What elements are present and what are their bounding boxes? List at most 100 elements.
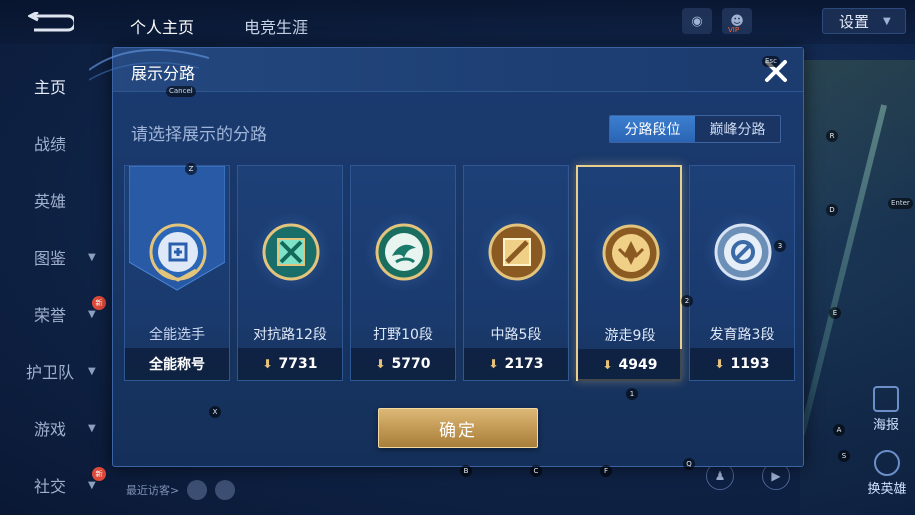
vip-badge: VIP xyxy=(728,26,740,34)
jungle-emblem-icon xyxy=(375,223,433,281)
lane-card-farm-lane[interactable]: 发育路3段 ⬇ 1193 xyxy=(689,165,795,381)
key-hint-cancel: Cancel xyxy=(166,86,196,97)
lane-card-mid-lane[interactable]: 中路5段 ⬇ 2173 xyxy=(463,165,569,381)
recent-visitors-label: 最近访客> xyxy=(126,484,180,497)
sidebar-item-label: 图鉴 xyxy=(34,249,67,268)
rank-label: 游走9段 xyxy=(604,328,656,344)
avatar[interactable] xyxy=(215,480,236,500)
sidebar-item-label: 英雄 xyxy=(34,192,67,211)
key-hint: Q xyxy=(683,458,695,470)
rank-points-icon: ⬇ xyxy=(602,358,613,372)
sidebar-item-label: 荣誉 xyxy=(34,306,67,325)
sidebar-item-honor[interactable]: 荣誉 ▼ 新 xyxy=(0,294,110,334)
poster-icon xyxy=(873,386,899,412)
value-bar: ⬇ 5770 xyxy=(351,348,455,380)
change-hero-label: 换英雄 xyxy=(867,482,907,497)
roam-emblem-icon xyxy=(602,224,660,282)
key-hint: B xyxy=(460,465,472,477)
sidebar-item-games[interactable]: 游戏 ▼ xyxy=(0,408,110,448)
lane-card-roam[interactable]: 游走9段 ⬇ 4949 xyxy=(576,165,682,381)
mid-lane-emblem-icon xyxy=(488,223,546,281)
key-hint: X xyxy=(209,406,221,418)
key-hint: C xyxy=(530,465,542,477)
chevron-down-icon: ▼ xyxy=(883,15,891,27)
settings-label: 设置 xyxy=(839,12,870,31)
value-text: 2173 xyxy=(504,356,544,372)
dialog-header: 展示分路 xyxy=(89,48,803,92)
key-hint: E xyxy=(829,307,841,319)
dialog-title: 展示分路 xyxy=(131,64,196,83)
value-bar: ⬇ 2173 xyxy=(464,348,568,380)
chevron-down-icon: ▼ xyxy=(88,479,96,491)
key-hint: Z xyxy=(185,163,197,175)
key-hint: 2 xyxy=(681,295,693,307)
sidebar-item-label: 战绩 xyxy=(34,135,67,154)
new-badge: 新 xyxy=(92,467,106,481)
rank-label: 发育路3段 xyxy=(709,327,775,343)
sidebar-item-social[interactable]: 社交 ▼ 新 xyxy=(0,465,110,505)
sidebar-item-records[interactable]: 战绩 xyxy=(0,123,110,163)
top-right-icons: ◉ ☻ xyxy=(682,8,752,34)
chevron-down-icon: ▼ xyxy=(88,251,96,263)
value-text: 5770 xyxy=(391,356,431,372)
lane-card-clash-lane[interactable]: 对抗路12段 ⬇ 7731 xyxy=(237,165,343,381)
rank-label: 全能选手 xyxy=(149,327,205,343)
value-bar: 全能称号 xyxy=(125,348,229,380)
penguin-icon[interactable]: ◉ xyxy=(682,8,712,34)
allround-emblem-icon xyxy=(149,223,207,282)
avatar[interactable] xyxy=(187,480,208,500)
chevron-down-icon: ▼ xyxy=(88,365,96,377)
lane-cards: 全能选手 全能称号 对抗路12段 ⬇ 7731 打野10段 ⬇ 5770 中路5… xyxy=(124,165,796,381)
value-text: 全能称号 xyxy=(149,357,205,373)
key-hint-enter: Enter xyxy=(888,198,913,209)
back-button[interactable] xyxy=(26,10,77,34)
segment-lane-rank[interactable]: 分路段位 xyxy=(610,116,695,142)
sidebar-item-heroes[interactable]: 英雄 xyxy=(0,180,110,220)
poster-button[interactable]: 海报 xyxy=(864,386,908,433)
confirm-button[interactable]: 确定 xyxy=(378,408,538,448)
value-bar: ⬇ 1193 xyxy=(690,348,794,380)
recent-visitors[interactable]: 最近访客> xyxy=(126,480,236,500)
sidebar-item-label: 社交 xyxy=(34,477,67,496)
rank-points-icon: ⬇ xyxy=(262,357,273,371)
lane-card-jungle[interactable]: 打野10段 ⬇ 5770 xyxy=(350,165,456,381)
sidebar-item-guard-team[interactable]: 护卫队 ▼ xyxy=(0,351,110,391)
clash-lane-emblem-icon xyxy=(262,223,320,281)
settings-button[interactable]: 设置 ▼ xyxy=(822,8,906,34)
key-hint: 1 xyxy=(626,388,638,400)
new-badge: 新 xyxy=(92,296,106,310)
tab-profile[interactable]: 个人主页 xyxy=(130,14,194,38)
farm-lane-emblem-icon xyxy=(714,223,772,281)
back-arrow-icon xyxy=(26,10,77,32)
key-hint: R xyxy=(826,130,838,142)
sidebar-item-label: 游戏 xyxy=(34,420,67,439)
lane-type-segmented-control: 分路段位 巅峰分路 xyxy=(609,115,781,143)
rank-points-icon: ⬇ xyxy=(714,357,725,371)
key-hint: 3 xyxy=(774,240,786,252)
lane-card-allround[interactable]: 全能选手 全能称号 xyxy=(124,165,230,381)
change-hero-button[interactable]: 换英雄 xyxy=(860,450,914,497)
key-hint: S xyxy=(838,450,850,462)
rank-label: 对抗路12段 xyxy=(253,327,327,343)
chevron-down-icon: ▼ xyxy=(88,422,96,434)
value-bar: ⬇ 4949 xyxy=(578,349,682,381)
change-hero-icon xyxy=(874,450,900,476)
key-hint: A xyxy=(833,424,845,436)
lane-display-dialog: 展示分路 请选择展示的分路 分路段位 巅峰分路 全能选手 全能称号 对抗路12段… xyxy=(89,47,804,467)
tab-esports-career[interactable]: 电竞生涯 xyxy=(244,14,308,38)
rank-label: 打野10段 xyxy=(373,327,433,343)
rank-points-icon: ⬇ xyxy=(488,357,499,371)
key-hint: F xyxy=(600,465,612,477)
value-text: 4949 xyxy=(618,357,658,373)
sidebar-item-label: 护卫队 xyxy=(26,363,75,382)
sidebar-item-collection[interactable]: 图鉴 ▼ xyxy=(0,237,110,277)
poster-label: 海报 xyxy=(872,418,899,433)
dialog-subtitle: 请选择展示的分路 xyxy=(131,125,267,145)
hero-artwork xyxy=(798,60,915,515)
key-hint-esc: Esc xyxy=(762,56,780,67)
sidebar-item-label: 主页 xyxy=(34,78,67,97)
value-text: 7731 xyxy=(278,356,318,372)
segment-peak-lane[interactable]: 巅峰分路 xyxy=(695,116,780,142)
chevron-down-icon: ▼ xyxy=(88,308,96,320)
rank-points-icon: ⬇ xyxy=(375,357,386,371)
